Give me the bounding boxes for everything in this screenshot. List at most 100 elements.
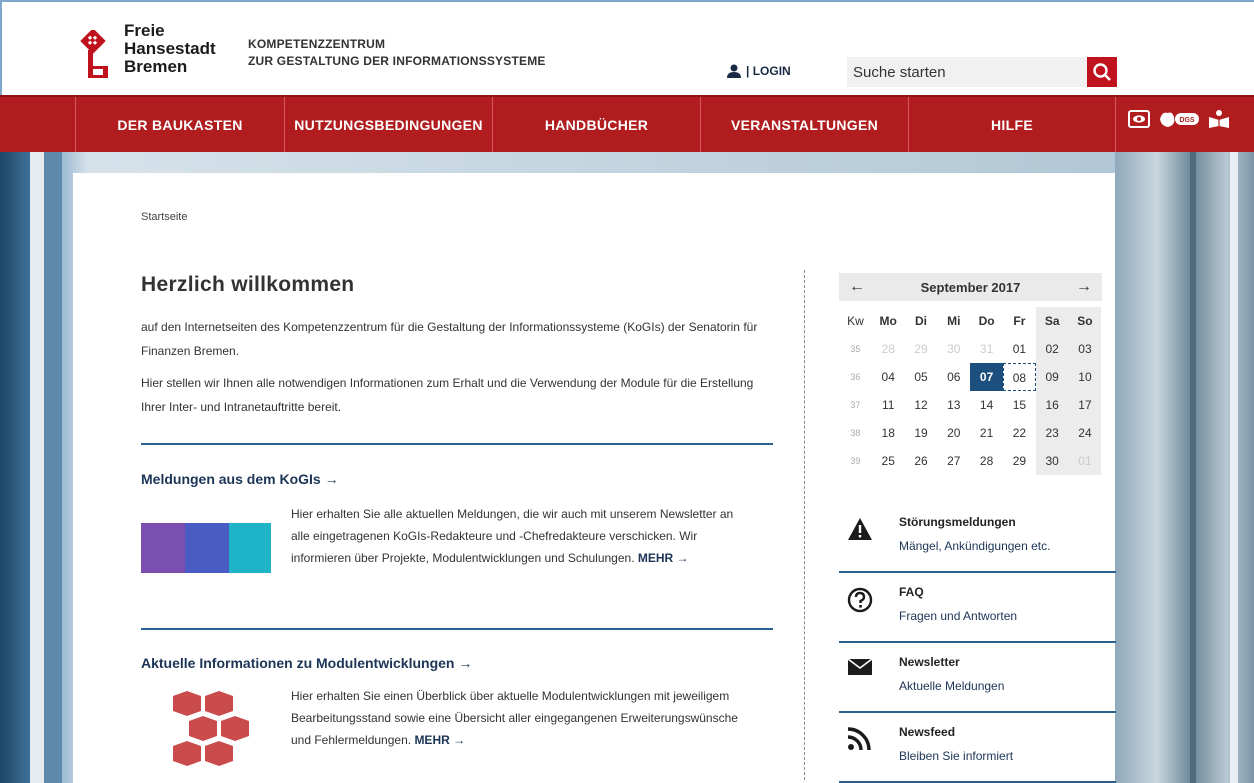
nav-item-veranstaltungen[interactable]: VERANSTALTUNGEN — [700, 97, 908, 152]
section-text-body: Hier erhalten Sie einen Überblick über a… — [291, 689, 738, 747]
search-button[interactable] — [1087, 57, 1117, 87]
page-title: Herzlich willkommen — [141, 273, 355, 296]
calendar-day[interactable]: 25 — [872, 447, 905, 475]
user-icon — [727, 64, 741, 78]
nav-item-label: DER BAUKASTEN — [117, 116, 243, 133]
calendar-day[interactable]: 05 — [905, 363, 938, 391]
nav-item-handbuecher[interactable]: HANDBÜCHER — [492, 97, 700, 152]
side-link-title: Newsletter — [899, 655, 960, 669]
calendar-weekday: Fr — [1013, 314, 1026, 328]
dgs-label: DGS — [1179, 117, 1195, 124]
calendar-day[interactable]: 20 — [937, 419, 970, 447]
question-icon — [847, 587, 873, 613]
calendar-day[interactable]: 23 — [1035, 419, 1069, 447]
calendar-day[interactable]: 08 — [1002, 363, 1036, 391]
calendar-day[interactable]: 28 — [872, 335, 905, 363]
calendar-day[interactable]: 13 — [937, 391, 970, 419]
calendar-day[interactable]: 02 — [1035, 335, 1069, 363]
warning-icon — [847, 517, 873, 543]
calendar-day[interactable]: 29 — [905, 335, 938, 363]
more-link[interactable]: MEHR → — [414, 733, 465, 747]
calendar-day[interactable]: 27 — [937, 447, 970, 475]
subtitle-line: ZUR GESTALTUNG DER INFORMATIONSSYSTEME — [248, 54, 546, 68]
calendar-week-row: 37 11 12 13 14 15 16 17 — [839, 391, 1102, 419]
rss-icon — [847, 727, 873, 753]
calendar-week-row: 35 28 29 30 31 01 02 03 — [839, 335, 1102, 363]
login-link[interactable]: | LOGIN — [726, 64, 791, 78]
calendar-week-row: 39 25 26 27 28 29 30 01 — [839, 447, 1102, 475]
calendar-day[interactable]: 15 — [1003, 391, 1036, 419]
logo-line: Hansestadt — [124, 39, 216, 58]
calendar-day[interactable]: 01 — [1003, 335, 1036, 363]
side-link-newsletter[interactable]: Newsletter Aktuelle Meldungen — [839, 643, 1116, 713]
calendar-day[interactable]: 22 — [1003, 419, 1036, 447]
calendar-day[interactable]: 03 — [1068, 335, 1102, 363]
side-link-störungsmeldungen[interactable]: Störungsmeldungen Mängel, Ankündigungen e… — [839, 503, 1116, 573]
calendar-day[interactable]: 18 — [872, 419, 905, 447]
calendar-next-icon[interactable]: → — [1076, 278, 1092, 296]
calendar-day[interactable]: 30 — [937, 335, 970, 363]
calendar-day[interactable]: 16 — [1035, 391, 1069, 419]
calendar-day[interactable]: 19 — [905, 419, 938, 447]
section-title-label: Aktuelle Informationen zu Modulentwicklu… — [141, 655, 455, 671]
calendar-weekday: So — [1068, 307, 1102, 335]
calendar-day[interactable]: 12 — [905, 391, 938, 419]
main-nav: DER BAUKASTEN NUTZUNGSBEDINGUNGEN HANDBÜ… — [0, 95, 1254, 152]
section-title-modulentwicklungen[interactable]: Aktuelle Informationen zu Modulentwicklu… — [141, 655, 472, 671]
calendar-week-number: 36 — [850, 372, 861, 382]
calendar-day[interactable]: 31 — [970, 335, 1003, 363]
calendar-day[interactable]: 24 — [1068, 419, 1102, 447]
bremen-key-icon — [80, 30, 108, 78]
calendar-day[interactable]: 07 — [970, 363, 1003, 391]
more-link[interactable]: MEHR → — [638, 551, 689, 565]
calendar-week-number: 37 — [850, 400, 861, 410]
side-link-title: Störungsmeldungen — [899, 515, 1016, 529]
more-link-label: MEHR — [637, 551, 674, 565]
calendar-day[interactable]: 06 — [937, 363, 970, 391]
calendar-day[interactable]: 17 — [1068, 391, 1102, 419]
side-link-newsfeed[interactable]: Newsfeed Bleiben Sie informiert — [839, 713, 1116, 783]
intro-text: auf den Internetseiten des Kompetenzzent… — [141, 315, 781, 419]
calendar-day[interactable]: 28 — [970, 447, 1003, 475]
breadcrumb[interactable]: Startseite — [141, 211, 187, 223]
calendar-month: September 2017 — [920, 279, 1021, 295]
calendar-prev-icon[interactable]: ← — [849, 278, 865, 296]
calendar-day[interactable]: 09 — [1035, 363, 1069, 391]
calendar-grid: Kw Mo Di Mi Do Fr Sa So 35 28 29 30 31 01 02 03 36 04 05 06… — [839, 307, 1102, 475]
nav-item-hilfe[interactable]: HILFE — [908, 97, 1116, 152]
section-text: Hier erhalten Sie einen Überblick über a… — [291, 685, 751, 751]
calendar-day[interactable]: 11 — [872, 391, 905, 419]
calendar-week-row: 36 04 05 06 07 08 09 10 — [839, 363, 1102, 391]
arrow-right-icon: → — [320, 471, 339, 487]
side-link-title: FAQ — [899, 585, 924, 599]
calendar-day[interactable]: 01 — [1068, 447, 1102, 475]
nav-item-baukasten[interactable]: DER BAUKASTEN — [75, 97, 284, 152]
search-input[interactable] — [847, 57, 1087, 87]
easy-language-icon[interactable] — [1208, 109, 1230, 129]
calendar-day[interactable]: 26 — [905, 447, 938, 475]
intro-paragraph: Hier stellen wir Ihnen alle notwendigen … — [141, 376, 754, 414]
arrow-right-icon: → — [454, 655, 473, 671]
nav-item-nutzungsbedingungen[interactable]: NUTZUNGSBEDINGUNGEN — [284, 97, 492, 152]
nav-item-label: VERANSTALTUNGEN — [730, 116, 879, 133]
side-link-subtitle: Bleiben Sie informiert — [899, 749, 1014, 763]
eye-icon[interactable] — [1128, 109, 1150, 129]
side-link-faq[interactable]: FAQ Fragen und Antworten — [839, 573, 1116, 643]
calendar-week-number: 35 — [850, 344, 861, 354]
content-card: Startseite Herzlich willkommen auf den I… — [73, 173, 1116, 783]
calendar-day[interactable]: 04 — [872, 363, 905, 391]
column-divider — [804, 270, 805, 780]
site-subtitle: KOMPETENZZENTRUM ZUR GESTALTUNG DER INFO… — [248, 36, 546, 70]
calendar-weekday-row: Kw Mo Di Mi Do Fr Sa So — [839, 307, 1102, 335]
section-divider — [141, 443, 773, 445]
calendar-day[interactable]: 21 — [970, 419, 1003, 447]
section-title-meldungen[interactable]: Meldungen aus dem KoGIs → — [141, 471, 339, 487]
login-label: | LOGIN — [746, 64, 791, 78]
calendar-day[interactable]: 10 — [1068, 363, 1102, 391]
calendar-day[interactable]: 29 — [1003, 447, 1036, 475]
calendar-day[interactable]: 30 — [1035, 447, 1069, 475]
calendar-weekday: Kw — [847, 314, 864, 328]
sign-language-icon[interactable]: DGS — [1158, 109, 1200, 129]
calendar-day[interactable]: 14 — [970, 391, 1003, 419]
bremen-logo[interactable]: Freie Hansestadt Bremen — [78, 22, 238, 84]
